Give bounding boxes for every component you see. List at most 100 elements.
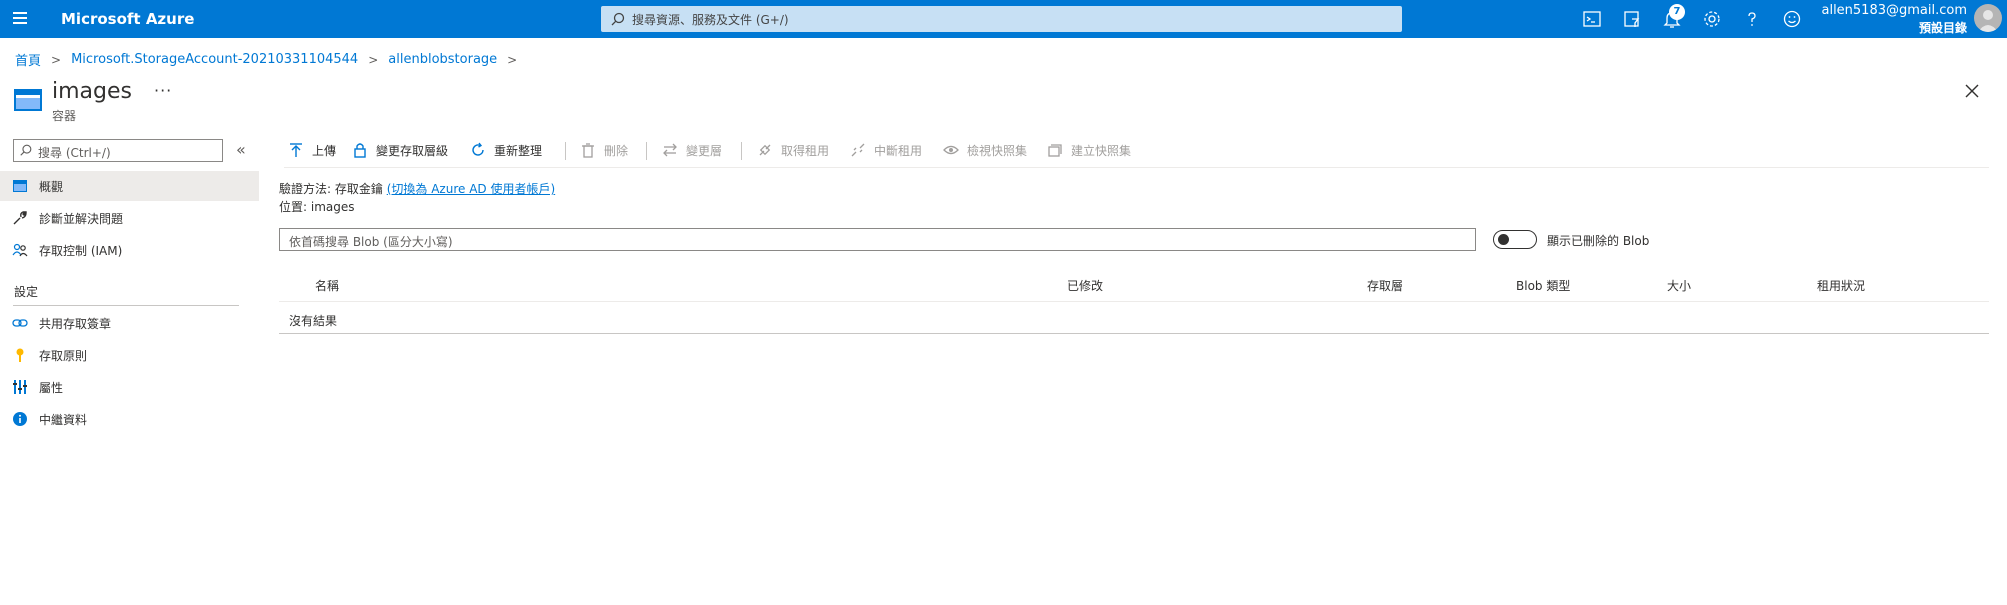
command-separator [741, 142, 742, 160]
snapshot-icon [1048, 144, 1062, 157]
create-snapshot-label: 建立快照集 [1071, 143, 1132, 158]
table-header-divider [279, 301, 1989, 302]
breadcrumb-storage-account[interactable]: allenblobstorage [388, 52, 497, 67]
auth-method-value: 存取金鑰 [334, 182, 383, 196]
auth-method: 驗證方法: 存取金鑰 (切換為 Azure AD 使用者帳戶) [279, 180, 555, 197]
empty-results-text: 沒有結果 [289, 314, 338, 328]
sidebar-item-metadata[interactable]: 中繼資料 [0, 404, 259, 434]
eye-icon [943, 145, 959, 155]
refresh-icon [472, 142, 484, 156]
column-header-name[interactable]: 名稱 [315, 277, 339, 294]
avatar[interactable] [1974, 4, 2002, 32]
command-bar: 上傳 變更存取層級 重新整理 刪除 變更層 取得租用 中斷租用 檢視快照集 建立… [284, 136, 1989, 168]
break-lease-button[interactable]: 中斷租用 [850, 136, 922, 164]
key-icon [16, 348, 24, 362]
blob-search-placeholder: 依首碼搜尋 Blob (區分大小寫) [289, 235, 453, 249]
sidebar-item-iam[interactable]: 存取控制 (IAM) [0, 235, 259, 265]
settings-gear-icon[interactable] [1702, 9, 1722, 29]
sidebar-item-label: 屬性 [39, 380, 64, 395]
global-search-input[interactable]: 搜尋資源、服務及文件 (G+/) [601, 6, 1402, 32]
menu-icon[interactable] [10, 9, 30, 29]
break-lease-label: 中斷租用 [874, 143, 923, 158]
help-icon[interactable] [1742, 9, 1762, 29]
command-separator [646, 142, 647, 160]
column-header-access-tier[interactable]: 存取層 [1367, 277, 1403, 294]
user-avatar-icon [1978, 10, 1998, 32]
breadcrumb: 首頁 > Microsoft.StorageAccount-2021033110… [15, 50, 527, 69]
page-title: images [52, 79, 132, 104]
sidebar-item-access-policy[interactable]: 存取原則 [0, 340, 259, 370]
change-access-tier-button[interactable]: 變更存取層級 [352, 136, 448, 164]
sidebar-item-properties[interactable]: 屬性 [0, 372, 259, 402]
sidebar-search-placeholder: 搜尋 (Ctrl+/) [38, 146, 111, 160]
account-info[interactable]: allen5183@gmail.com 預設目錄 [1821, 3, 1967, 36]
blob-prefix-search-input[interactable]: 依首碼搜尋 Blob (區分大小寫) [279, 228, 1476, 251]
feedback-smiley-icon[interactable] [1782, 9, 1802, 29]
refresh-button[interactable]: 重新整理 [470, 136, 542, 164]
sidebar-item-label: 診斷並解決問題 [39, 211, 124, 226]
acquire-lease-label: 取得租用 [781, 143, 830, 158]
table-bottom-divider [279, 333, 1989, 334]
broken-link-icon [851, 143, 865, 157]
location-value: images [310, 200, 355, 214]
delete-button[interactable]: 刪除 [580, 136, 628, 164]
show-deleted-blobs-toggle[interactable] [1493, 230, 1537, 249]
auth-method-label: 驗證方法: [279, 182, 332, 196]
sidebar-item-label: 存取控制 (IAM) [39, 243, 123, 258]
search-placeholder: 搜尋資源、服務及文件 (G+/) [632, 13, 789, 27]
chevron-right-icon: > [507, 52, 518, 67]
directory-filter-icon[interactable] [1622, 9, 1642, 29]
people-icon [12, 243, 28, 257]
breadcrumb-storage-account-deployment[interactable]: Microsoft.StorageAccount-20210331104544 [71, 52, 358, 67]
search-icon [20, 144, 32, 156]
overview-icon [13, 180, 27, 192]
column-header-size[interactable]: 大小 [1667, 277, 1691, 294]
sidebar-item-overview[interactable]: 概觀 [0, 171, 259, 201]
sidebar-search-input[interactable]: 搜尋 (Ctrl+/) [13, 139, 223, 162]
command-separator [565, 142, 566, 160]
create-snapshot-button[interactable]: 建立快照集 [1047, 136, 1131, 164]
upload-arrow-icon [290, 143, 302, 157]
change-tier-label: 變更層 [686, 143, 723, 158]
switch-to-azure-ad-link[interactable]: (切換為 Azure AD 使用者帳戶) [387, 182, 555, 196]
container-icon [14, 89, 42, 111]
sidebar-item-label: 存取原則 [39, 348, 88, 363]
upload-button[interactable]: 上傳 [288, 136, 336, 164]
sidebar-item-label: 共用存取簽章 [39, 316, 112, 331]
change-access-tier-label: 變更存取層級 [376, 143, 449, 158]
column-header-blob-type[interactable]: Blob 類型 [1516, 277, 1570, 294]
sidebar-item-diagnose[interactable]: 診斷並解決問題 [0, 203, 259, 233]
breadcrumb-home[interactable]: 首頁 [15, 50, 41, 69]
notification-badge: 7 [1669, 4, 1685, 20]
location-label: 位置: [279, 200, 308, 214]
view-snapshots-button[interactable]: 檢視快照集 [943, 136, 1027, 164]
section-divider [13, 305, 239, 306]
refresh-label: 重新整理 [494, 143, 543, 158]
link-icon [12, 319, 28, 327]
column-header-modified[interactable]: 已修改 [1067, 277, 1103, 294]
brand-title[interactable]: Microsoft Azure [61, 10, 194, 28]
location: 位置: images [279, 198, 355, 215]
search-icon [611, 12, 625, 26]
link-chain-icon [759, 144, 771, 156]
sidebar-item-label: 概觀 [39, 179, 64, 194]
wrench-icon [13, 211, 27, 225]
account-email: allen5183@gmail.com [1821, 3, 1967, 18]
change-tier-button[interactable]: 變更層 [662, 136, 722, 164]
show-deleted-blobs-label: 顯示已刪除的 Blob [1547, 234, 1650, 248]
lock-icon [354, 143, 366, 158]
account-directory: 預設目錄 [1918, 21, 1967, 35]
acquire-lease-button[interactable]: 取得租用 [757, 136, 829, 164]
collapse-sidebar-button[interactable]: « [236, 140, 246, 159]
toggle-knob [1498, 234, 1509, 245]
top-bar: Microsoft Azure 搜尋資源、服務及文件 (G+/) 7 allen… [0, 0, 2007, 38]
close-icon[interactable] [1963, 82, 1981, 100]
cloud-shell-icon[interactable] [1582, 9, 1602, 29]
swap-arrows-icon [663, 143, 677, 157]
column-header-lease-state[interactable]: 租用狀況 [1817, 277, 1865, 294]
upload-label: 上傳 [312, 143, 337, 158]
info-icon [13, 412, 27, 426]
properties-bars-icon [13, 380, 27, 394]
more-options-button[interactable]: ··· [154, 81, 172, 100]
sidebar-item-shared-access-signature[interactable]: 共用存取簽章 [0, 308, 259, 338]
